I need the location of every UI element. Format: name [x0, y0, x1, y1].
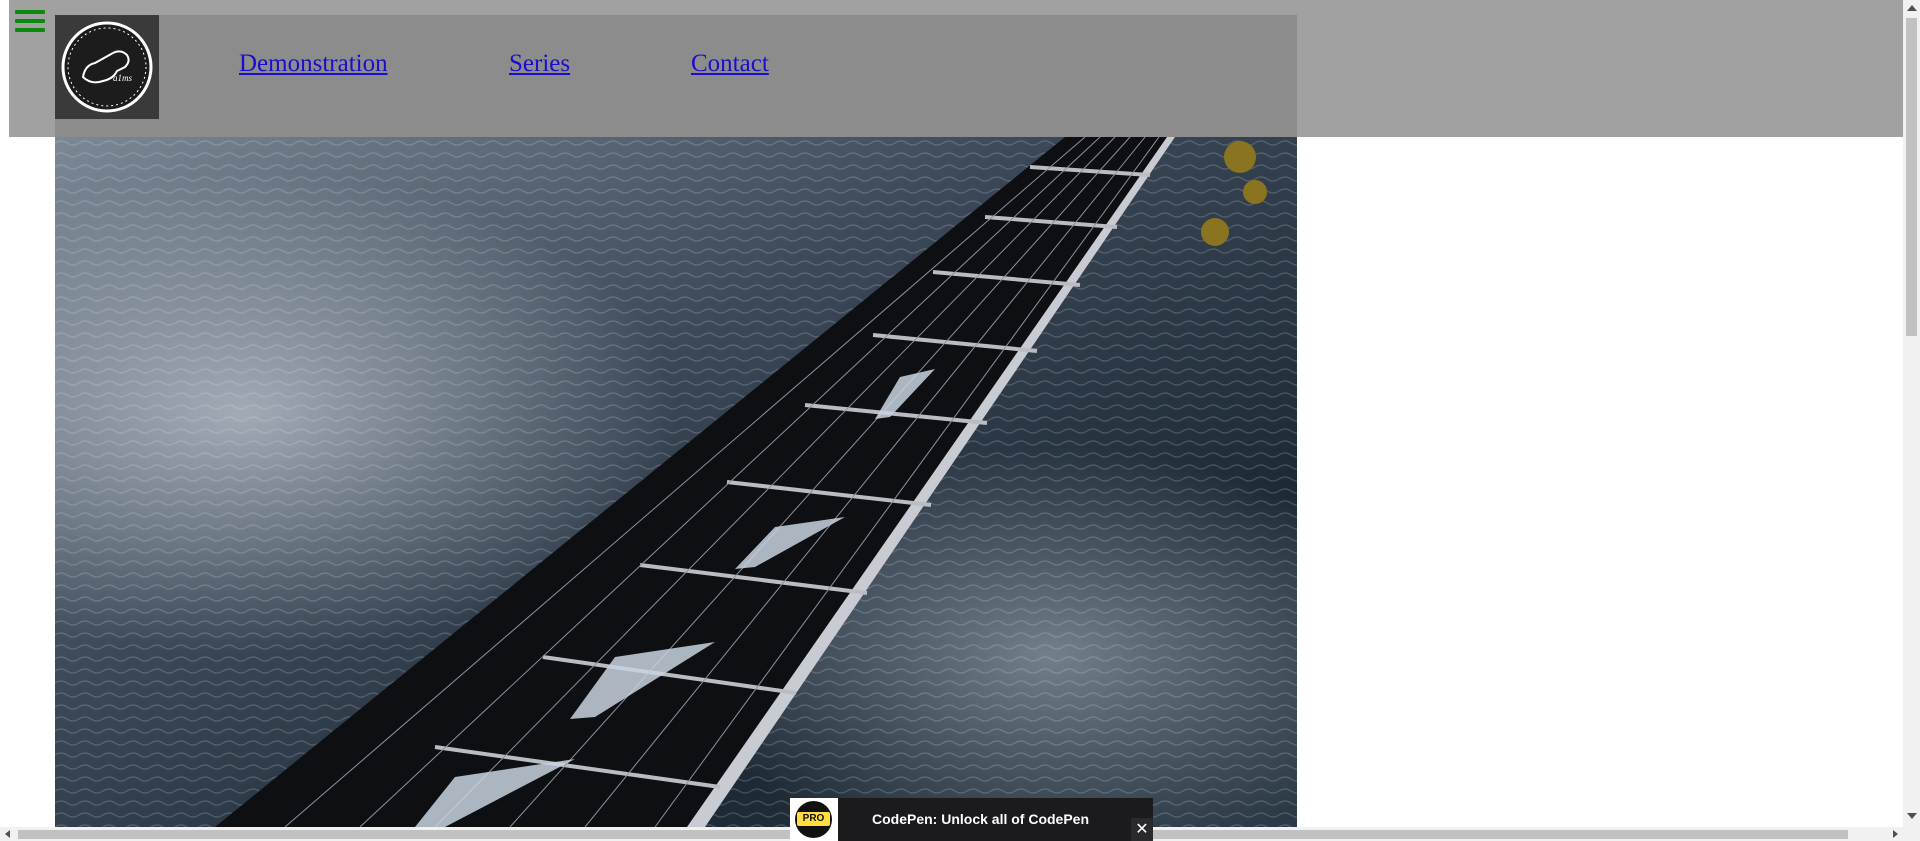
nav-link-series[interactable]: Series: [509, 50, 570, 78]
scroll-up-icon[interactable]: [1907, 5, 1917, 11]
svg-text:a1ms: a1ms: [113, 73, 132, 83]
guitar-logo-icon[interactable]: a1ms: [55, 15, 159, 119]
scroll-right-icon[interactable]: [1893, 830, 1898, 838]
pro-badge-label: PRO: [797, 812, 830, 826]
hero-guitar-image: [55, 137, 1297, 827]
pro-badge-icon: PRO: [790, 798, 838, 841]
nav-link-demonstration[interactable]: Demonstration: [239, 50, 388, 78]
vertical-scrollbar[interactable]: [1903, 0, 1920, 841]
vertical-scroll-thumb[interactable]: [1906, 18, 1917, 336]
promo-text[interactable]: CodePen: Unlock all of CodePen: [838, 798, 1123, 841]
scroll-down-icon[interactable]: [1907, 813, 1917, 819]
codepen-promo-banner[interactable]: PRO CodePen: Unlock all of CodePen ✕: [790, 798, 1153, 841]
hamburger-menu-icon[interactable]: [15, 10, 45, 36]
close-icon[interactable]: ✕: [1131, 818, 1153, 841]
nav-link-contact[interactable]: Contact: [691, 50, 769, 78]
scroll-left-icon[interactable]: [5, 830, 10, 838]
